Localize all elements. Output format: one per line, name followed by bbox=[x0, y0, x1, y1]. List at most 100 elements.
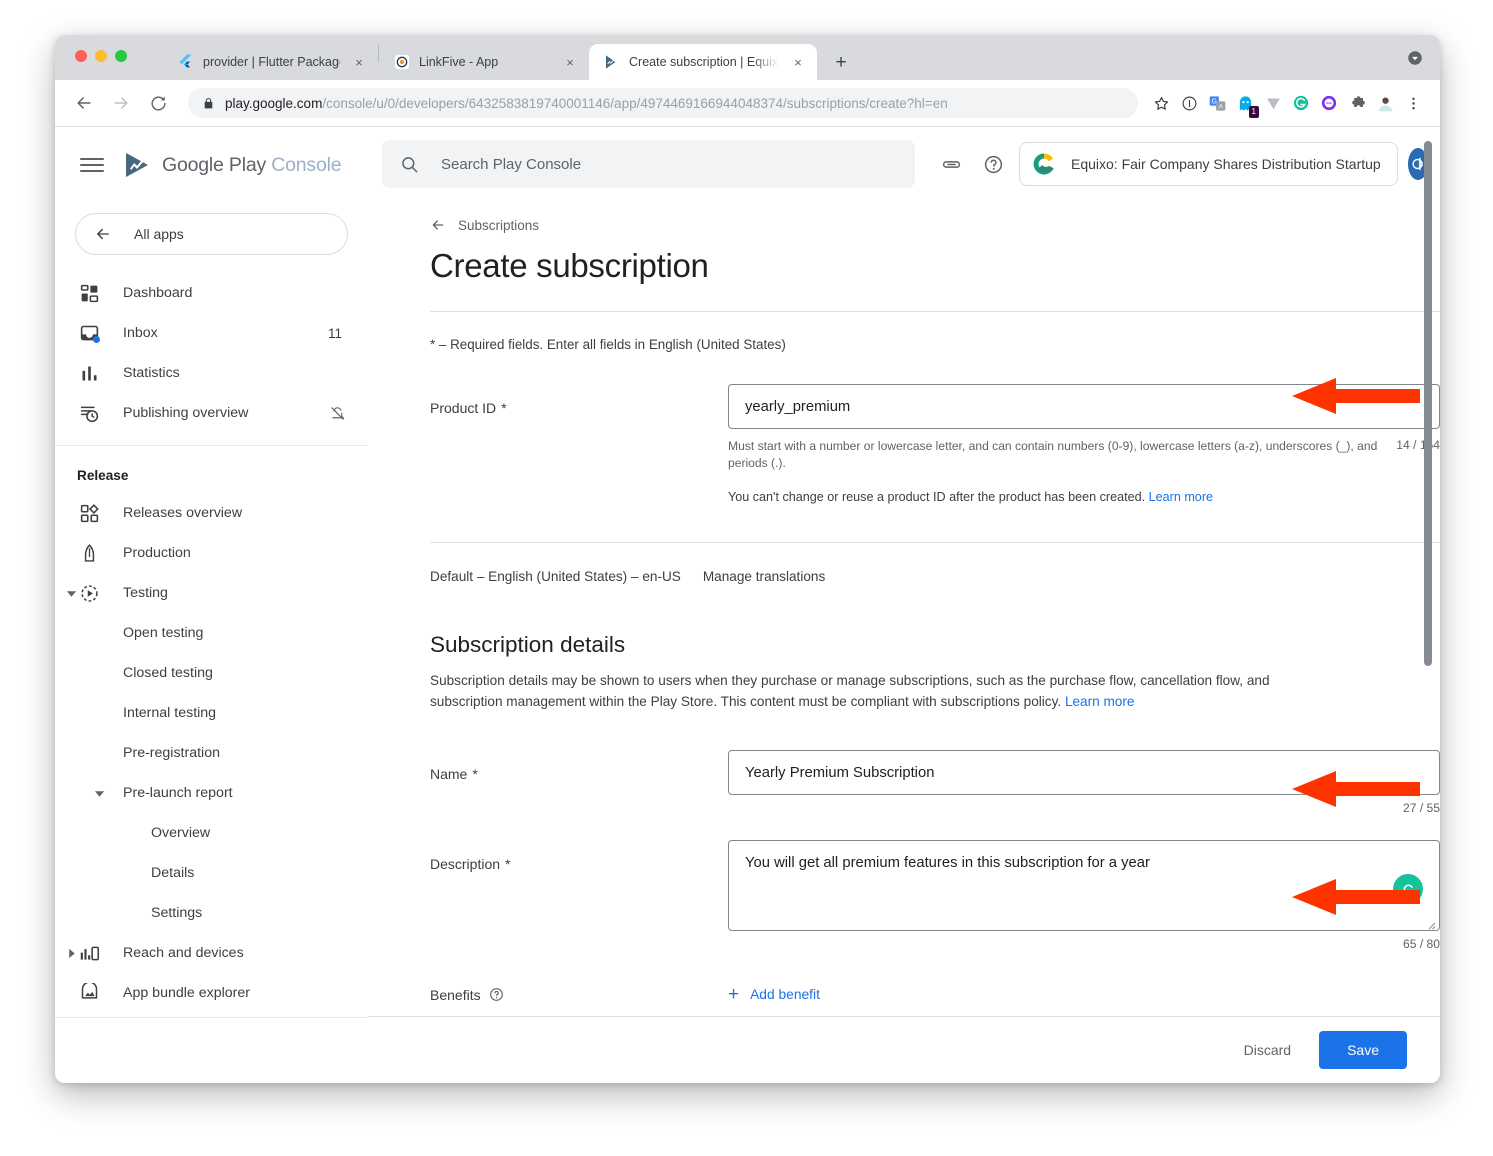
profile-avatar-icon[interactable] bbox=[1372, 90, 1398, 116]
add-benefit-button[interactable]: + Add benefit bbox=[728, 985, 820, 1004]
product-id-learn-more-link[interactable]: Learn more bbox=[1149, 490, 1213, 504]
sidebar-item-app-bundle-explorer[interactable]: App bundle explorer bbox=[55, 973, 368, 1013]
sidebar-item-pre-launch-report[interactable]: Pre-launch report bbox=[55, 773, 368, 813]
link-icon[interactable] bbox=[937, 150, 965, 178]
product-id-note-text: You can't change or reuse a product ID a… bbox=[728, 490, 1146, 505]
notifications-off-icon[interactable] bbox=[329, 405, 346, 422]
sidebar-divider-bottom bbox=[55, 1017, 368, 1018]
chrome-menu-icon[interactable] bbox=[1400, 90, 1426, 116]
sidebar-item-pre-registration[interactable]: Pre-registration bbox=[55, 733, 368, 773]
help-circle-icon[interactable] bbox=[489, 987, 504, 1002]
search-placeholder: Search Play Console bbox=[441, 155, 582, 173]
sidebar-item-publishing-overview[interactable]: Publishing overview bbox=[55, 393, 368, 433]
inbox-count-badge: 11 bbox=[327, 325, 342, 341]
sidebar-item-testing[interactable]: Testing bbox=[55, 573, 368, 613]
window-traffic-lights bbox=[75, 50, 127, 62]
inbox-unread-dot bbox=[93, 336, 100, 343]
url-path: /console/u/0/developers/6432583819740001… bbox=[322, 95, 948, 111]
sidebar-item-label: Open testing bbox=[123, 625, 204, 641]
browser-toolbar: play.google.com/console/u/0/developers/6… bbox=[55, 80, 1440, 127]
screenshot-root: provider | Flutter Package × LinkFive - … bbox=[0, 0, 1493, 1156]
bookmark-star-icon[interactable] bbox=[1148, 90, 1174, 116]
page-content: Subscriptions Create subscription * – Re… bbox=[368, 217, 1440, 1004]
app-account-selector[interactable]: Equixo: Fair Company Shares Distribution… bbox=[1019, 142, 1398, 186]
testing-icon bbox=[77, 581, 101, 605]
releases-overview-icon bbox=[77, 501, 101, 525]
subscription-details-description: Subscription details may be shown to use… bbox=[430, 671, 1325, 712]
subscription-details-description-text: Subscription details may be shown to use… bbox=[430, 673, 1270, 709]
back-arrow-icon bbox=[94, 225, 112, 243]
grammarly-icon[interactable] bbox=[1288, 90, 1314, 116]
search-input[interactable]: Search Play Console bbox=[382, 140, 915, 188]
help-icon[interactable] bbox=[979, 150, 1007, 178]
sidebar-item-label: Overview bbox=[151, 825, 211, 841]
new-tab-button[interactable]: + bbox=[827, 48, 855, 76]
google-play-console-logo[interactable]: Google Play Console bbox=[123, 152, 342, 178]
sidebar-item-internal-testing[interactable]: Internal testing bbox=[55, 693, 368, 733]
forward-button[interactable] bbox=[106, 88, 136, 118]
address-bar-url: play.google.com/console/u/0/developers/6… bbox=[225, 96, 948, 111]
product-id-field-row: Product ID * yearly_premium Must start wi… bbox=[430, 384, 1440, 504]
sidebar-item-reach-and-devices[interactable]: Reach and devices bbox=[55, 933, 368, 973]
window-minimize-button[interactable] bbox=[95, 50, 107, 62]
product-id-char-counter: 14 / 154 bbox=[1396, 438, 1440, 452]
breadcrumb[interactable]: Subscriptions bbox=[430, 217, 1440, 233]
ghostery-icon[interactable]: 1 bbox=[1232, 90, 1259, 118]
content-scrollbar[interactable] bbox=[1424, 141, 1432, 666]
subscription-details-learn-more-link[interactable]: Learn more bbox=[1065, 694, 1135, 709]
address-bar[interactable]: play.google.com/console/u/0/developers/6… bbox=[188, 88, 1138, 118]
google-translate-icon[interactable]: GA bbox=[1204, 90, 1230, 116]
sidebar-item-label: Internal testing bbox=[123, 705, 217, 721]
language-row: Default – English (United States) – en-U… bbox=[430, 569, 1440, 584]
all-apps-button[interactable]: All apps bbox=[75, 213, 348, 255]
browser-tab-1[interactable]: provider | Flutter Package × bbox=[163, 44, 378, 80]
sidebar-item-label: Pre-launch report bbox=[123, 785, 233, 801]
required-star: * bbox=[505, 856, 511, 873]
sidebar-item-label: Inbox bbox=[123, 325, 158, 341]
hamburger-menu-icon[interactable] bbox=[75, 148, 109, 182]
discard-button[interactable]: Discard bbox=[1228, 1032, 1307, 1068]
sidebar-item-settings[interactable]: Settings bbox=[55, 893, 368, 933]
tab-search-chevron-icon[interactable] bbox=[1406, 49, 1424, 67]
vimeo-icon[interactable] bbox=[1260, 90, 1286, 116]
browser-tab-2-close-icon[interactable]: × bbox=[561, 53, 579, 71]
sidebar-item-overview[interactable]: Overview bbox=[55, 813, 368, 853]
sidebar-item-dashboard[interactable]: Dashboard bbox=[55, 273, 368, 313]
extensions-puzzle-icon[interactable] bbox=[1344, 90, 1370, 116]
publishing-overview-icon bbox=[77, 401, 101, 425]
account-name: Equixo: Fair Company Shares Distribution… bbox=[1071, 156, 1381, 172]
manage-translations-button[interactable]: Manage translations bbox=[703, 569, 825, 584]
page-info-icon[interactable] bbox=[1176, 90, 1202, 116]
window-close-button[interactable] bbox=[75, 50, 87, 62]
brand-console: Console bbox=[271, 153, 342, 176]
sidebar-item-label: Publishing overview bbox=[123, 405, 249, 421]
sidebar-item-label: Dashboard bbox=[123, 285, 193, 301]
sidebar-item-inbox[interactable]: Inbox 11 bbox=[55, 313, 368, 353]
default-language-label: Default – English (United States) – en-U… bbox=[430, 569, 681, 585]
plus-icon: + bbox=[728, 984, 740, 1006]
window-maximize-button[interactable] bbox=[115, 50, 127, 62]
sidebar-item-details[interactable]: Details bbox=[55, 853, 368, 893]
sidebar-item-open-testing[interactable]: Open testing bbox=[55, 613, 368, 653]
chevron-down-icon[interactable] bbox=[91, 785, 107, 801]
textarea-resize-handle[interactable] bbox=[1426, 918, 1436, 930]
name-field-row: Name * Yearly Premium Subscription 27 / 5… bbox=[430, 750, 1440, 815]
browser-tab-3[interactable]: Create subscription | Equixo: F × bbox=[589, 44, 817, 80]
browser-tab-3-close-icon[interactable]: × bbox=[789, 53, 807, 71]
purple-extension-icon[interactable] bbox=[1316, 90, 1342, 116]
tab-list: provider | Flutter Package × LinkFive - … bbox=[163, 35, 855, 80]
statistics-icon bbox=[77, 361, 101, 385]
brand-google-play: Google Play bbox=[162, 153, 267, 176]
sidebar-item-statistics[interactable]: Statistics bbox=[55, 353, 368, 393]
browser-tab-1-close-icon[interactable]: × bbox=[350, 53, 368, 71]
browser-tab-2[interactable]: LinkFive - App × bbox=[379, 44, 589, 80]
reload-button[interactable] bbox=[143, 88, 173, 118]
back-button[interactable] bbox=[69, 88, 99, 118]
page-title: Create subscription bbox=[430, 247, 709, 284]
sidebar-item-releases-overview[interactable]: Releases overview bbox=[55, 493, 368, 533]
sidebar-item-closed-testing[interactable]: Closed testing bbox=[55, 653, 368, 693]
arrow-description bbox=[1292, 879, 1420, 915]
save-button[interactable]: Save bbox=[1319, 1031, 1407, 1069]
sidebar-item-production[interactable]: Production bbox=[55, 533, 368, 573]
sidebar-item-label: Settings bbox=[151, 905, 203, 921]
